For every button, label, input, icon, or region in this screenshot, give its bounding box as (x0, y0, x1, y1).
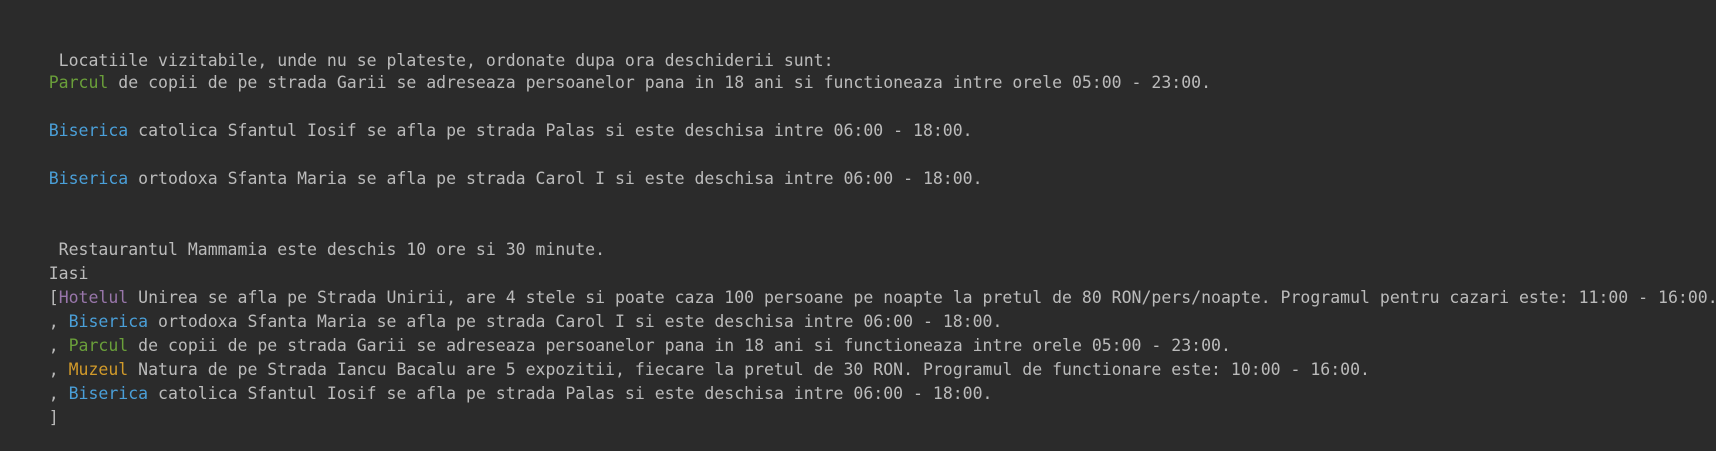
closing-bracket: ] (48, 408, 59, 427)
list1-item-0-text: de copii de pe strada Garii se adreseaza… (108, 73, 1212, 92)
list2-item-4: , Biserica catolica Sfantul Iosif se afl… (9, 355, 993, 403)
keyword-parcul: Parcul (48, 73, 109, 92)
list1-item-0: Parcul de copii de pe strada Garii se ad… (9, 44, 1211, 92)
restaurant-line: Restaurantul Mammamia este deschis 10 or… (9, 211, 605, 259)
city-line: Iasi (9, 235, 89, 283)
list1-item-1-text: catolica Sfantul Iosif se afla pe strada… (128, 121, 973, 140)
list2-item-0: [Hotelul Unirea se afla pe Strada Unirii… (9, 259, 1716, 307)
list2-item-2: , Parcul de copii de pe strada Garii se … (9, 307, 1231, 355)
keyword-biserica: Biserica (48, 121, 129, 140)
list2-item-3: , Muzeul Natura de pe Strada Iancu Bacal… (9, 331, 1370, 379)
list1-item-2-text: ortodoxa Sfanta Maria se afla pe strada … (128, 169, 983, 188)
closing-bracket-line: ] (9, 379, 59, 427)
list1-item-1: Biserica catolica Sfantul Iosif se afla … (9, 92, 973, 140)
restaurant-text: Restaurantul Mammamia este deschis 10 or… (48, 240, 606, 259)
list2-item-4-text: catolica Sfantul Iosif se afla pe strada… (148, 384, 993, 403)
keyword-biserica: Biserica (68, 384, 149, 403)
list2-item-1: , Biserica ortodoxa Sfanta Maria se afla… (9, 283, 1003, 331)
console-output: Locatiile vizitabile, unde nu se platest… (0, 0, 1716, 451)
keyword-biserica: Biserica (48, 169, 129, 188)
list1-item-2: Biserica ortodoxa Sfanta Maria se afla p… (9, 140, 983, 188)
